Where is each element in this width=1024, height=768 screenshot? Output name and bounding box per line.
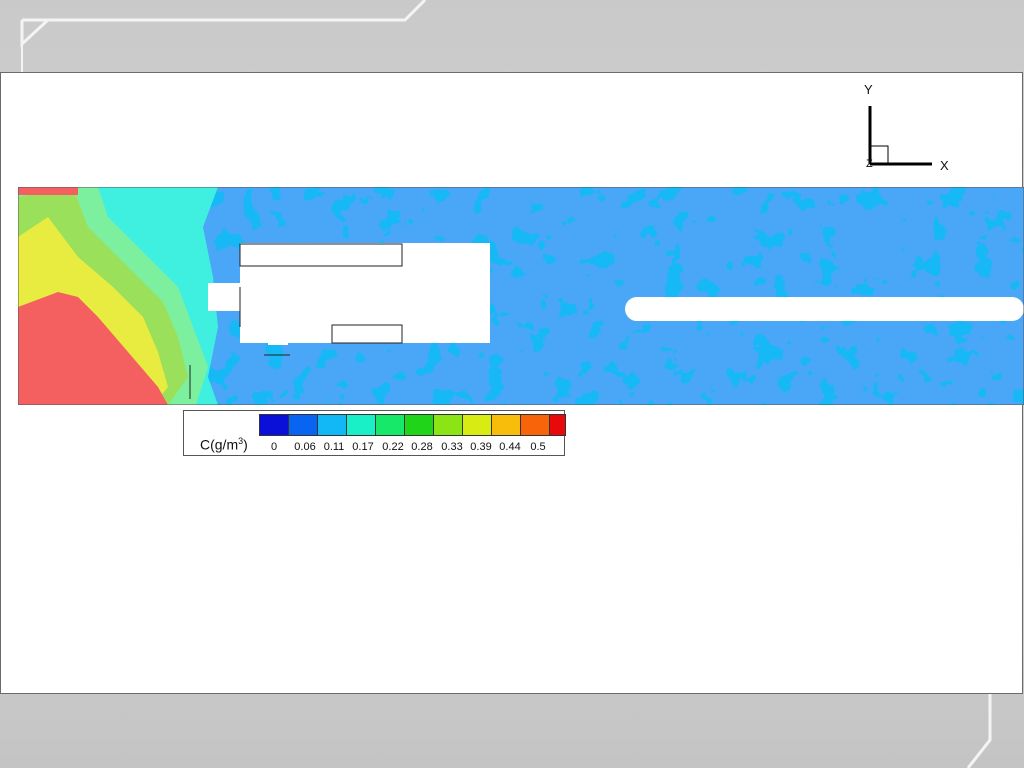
colorbar-tick-label: 0.22 <box>382 441 404 453</box>
colorbar-swatch <box>405 415 434 435</box>
colorbar-swatch <box>521 415 550 435</box>
colorbar-swatches <box>259 414 566 436</box>
axis-triad-lines <box>868 106 932 166</box>
obstacle-bottom-notch <box>268 327 288 345</box>
field-region-red-top <box>18 187 78 195</box>
colorbar-tick-label: 0.44 <box>499 441 521 453</box>
colorbar-swatch <box>550 415 565 435</box>
colorbar-swatch <box>347 415 376 435</box>
y-axis-label: Y <box>864 82 873 97</box>
colorbar-swatch <box>376 415 405 435</box>
colorbar-tick-label: 0.33 <box>441 441 463 453</box>
colorbar-tick-label: 0.39 <box>470 441 492 453</box>
z-axis-label: Z <box>866 158 873 170</box>
colorbar-ticks: 0 0.06 0.11 0.17 0.22 0.28 0.33 0.39 0.44 0.5 <box>184 441 564 455</box>
colorbar-swatch <box>492 415 521 435</box>
colorbar-swatch <box>289 415 318 435</box>
colorbar-swatch <box>260 415 289 435</box>
concentration-contour-plot <box>18 187 1024 405</box>
colorbar-tick-label: 0.11 <box>323 441 345 453</box>
colorbar-tick-label: 0.17 <box>352 441 374 453</box>
colorbar-swatch <box>434 415 463 435</box>
obstacle-left-tab <box>208 283 242 311</box>
colorbar-swatch <box>318 415 347 435</box>
colorbar-swatch <box>463 415 492 435</box>
colorbar-legend: C(g/m3) 0 0.06 0.11 0.17 0.22 0.28 0.33 0.39 0.4… <box>183 410 566 456</box>
axis-triad: Y X Z <box>840 76 970 186</box>
colorbar-tick-label: 0 <box>270 441 278 453</box>
x-axis-label: X <box>940 158 949 173</box>
channel-rod <box>625 297 1024 321</box>
obstacle-lower-slot <box>331 324 403 344</box>
colorbar-tick-label: 0.06 <box>294 441 316 453</box>
colorbar-tick-label: 0.28 <box>411 441 433 453</box>
colorbar-tick-label: 0.5 <box>530 441 546 453</box>
obstacle-upper-slot <box>239 243 403 267</box>
